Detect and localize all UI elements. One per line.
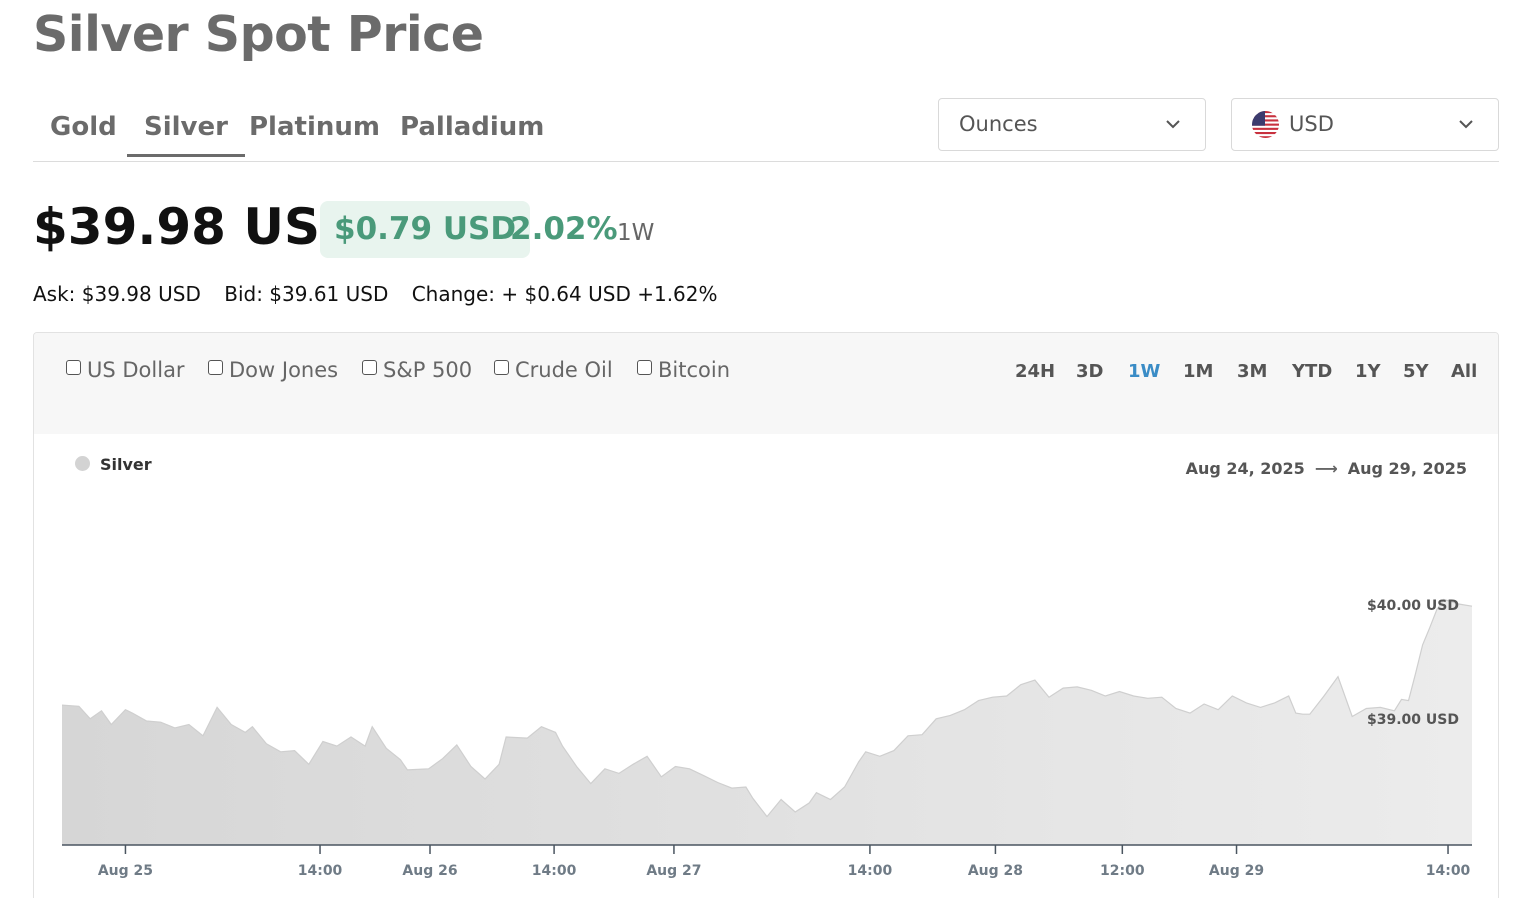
tab-palladium[interactable]: Palladium [383,112,561,156]
units-select-value: Ounces [959,112,1038,136]
us-flag-icon [1252,111,1279,138]
y-axis-label: $40.00 USD [1367,598,1459,614]
currency-select-value: USD [1289,112,1334,136]
x-tick-label: Aug 28 [968,863,1023,879]
x-tick-label: 14:00 [848,863,893,879]
chevron-down-icon [1459,120,1473,129]
x-tick-label: Aug 29 [1209,863,1264,879]
y-axis-label: $39.00 USD [1367,712,1459,728]
silver-price-area [62,599,1472,845]
units-select[interactable]: Ounces [938,98,1206,151]
x-tick-label: 14:00 [1426,863,1471,879]
ask-price: Ask: $39.98 USD [33,282,201,306]
price-period: 1W [617,220,655,246]
bid-price: Bid: $39.61 USD [224,282,389,306]
current-price: $39.98 USD [33,198,362,256]
price-chart[interactable]: Aug 25 14:00 Aug 26 14:00 Aug 27 14:00 Aug 28 1… [34,333,1499,898]
x-tick-label: Aug 26 [402,863,457,879]
x-tick-label: 14:00 [298,863,343,879]
change-value: Change: + $0.64 USD +1.62% [411,282,718,306]
chevron-down-icon [1166,120,1180,129]
x-tick-label: 14:00 [532,863,577,879]
price-chart-panel: US Dollar Dow Jones S&P 500 Crude Oil Bi… [33,332,1499,898]
price-change-percent: 2.02% [510,211,618,247]
quote-details: Ask: $39.98 USD Bid: $39.61 USD Change: … [33,282,735,306]
tab-platinum[interactable]: Platinum [232,112,397,156]
tab-gold[interactable]: Gold [33,112,134,156]
currency-select[interactable]: USD [1231,98,1499,151]
tab-silver[interactable]: Silver [127,112,245,157]
x-tick-label: Aug 25 [98,863,153,879]
price-change-badge: $0.79 USD [320,201,531,258]
x-tick-label: Aug 27 [646,863,701,879]
x-tick-label: 12:00 [1100,863,1145,879]
page-title: Silver Spot Price [33,6,484,63]
